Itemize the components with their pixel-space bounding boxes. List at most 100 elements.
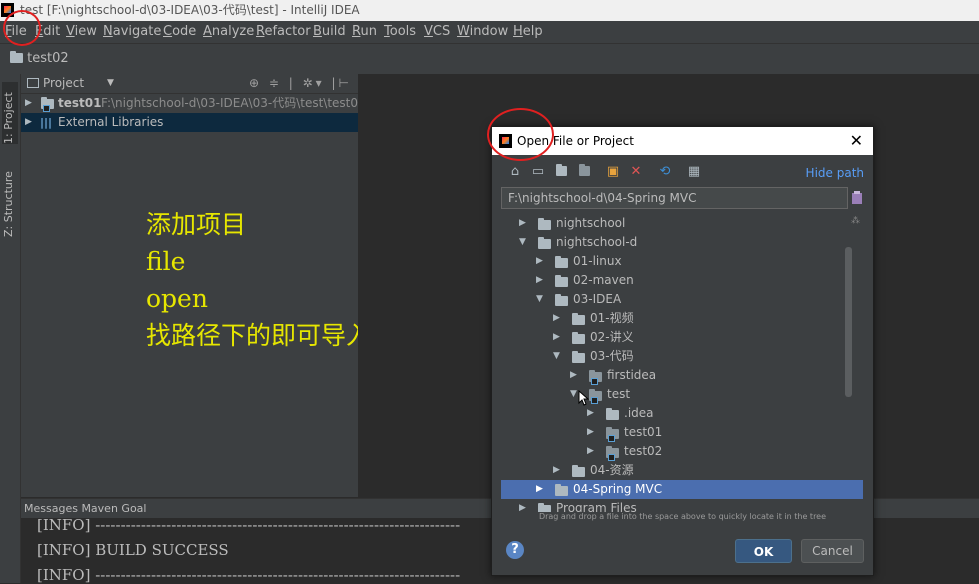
tree-row-03-idea[interactable]: ▼ 03-IDEA	[501, 290, 863, 309]
tree-row-test01[interactable]: ▶ test01 F:\nightschool-d\03-IDEA\03-代码\…	[21, 94, 366, 113]
tree-row-external-libraries[interactable]: ▶ ||| External Libraries	[21, 113, 358, 132]
expand-arrow-icon[interactable]: ▶	[587, 404, 594, 423]
desktop-icon[interactable]: ▭	[531, 165, 545, 179]
tree-row-label: test	[607, 387, 631, 401]
menu-build[interactable]: Build	[313, 21, 346, 43]
folder-icon	[606, 408, 619, 420]
project-view-icon	[27, 78, 39, 88]
module-folder-icon	[606, 446, 619, 461]
breadcrumb-label: test02	[27, 51, 69, 66]
tree-row-label: firstidea	[607, 368, 657, 382]
tree-row-nightschool-d[interactable]: ▼ nightschool-d	[501, 233, 863, 252]
tree-row-01-视频[interactable]: ▶ 01-视频	[501, 309, 863, 328]
menu-run[interactable]: Run	[352, 21, 377, 43]
tree-row-label: Program Files	[556, 501, 637, 512]
library-icon: |||	[40, 116, 53, 129]
menu-analyze[interactable]: Analyze	[203, 21, 254, 43]
tree-row--idea[interactable]: ▶ .idea	[501, 404, 863, 423]
menu-navigate[interactable]: Navigate	[103, 21, 161, 43]
annotation-line-2: file	[146, 247, 186, 276]
tree-scrollbar[interactable]	[845, 247, 852, 397]
collapse-arrow-icon[interactable]: ▼	[536, 290, 543, 309]
tree-row-02-maven[interactable]: ▶ 02-maven	[501, 271, 863, 290]
collapse-arrow-icon[interactable]: ▼	[570, 385, 577, 404]
delete-icon[interactable]: ✕	[629, 165, 643, 179]
expand-arrow-icon[interactable]: ▶	[570, 366, 577, 385]
tab-project[interactable]: 1: Project	[2, 82, 18, 144]
new-folder-icon[interactable]: ▣	[606, 165, 620, 179]
refresh-icon[interactable]: ⟲	[658, 165, 672, 179]
expand-arrow-icon[interactable]: ▶	[587, 423, 594, 442]
cancel-button[interactable]: Cancel	[801, 539, 864, 563]
folder-icon	[538, 503, 551, 512]
tree-row-label: test01	[624, 425, 663, 439]
tree-row-nightschool[interactable]: ▶ nightschool	[501, 214, 863, 233]
tree-row-01-linux[interactable]: ▶ 01-linux	[501, 252, 863, 271]
tree-row-04-资源[interactable]: ▶ 04-资源	[501, 461, 863, 480]
tree-row-test01[interactable]: ▶ test01	[501, 423, 863, 442]
expand-arrow-icon[interactable]: ▶	[519, 499, 526, 512]
expand-arrow-icon[interactable]: ▶	[587, 442, 594, 461]
tree-row-label: test02	[624, 444, 663, 458]
breadcrumb[interactable]: test02	[10, 51, 69, 66]
project-panel-title[interactable]: Project	[43, 74, 84, 93]
expand-arrow-icon[interactable]: ▶	[536, 480, 543, 499]
annotation-line-3: open	[146, 284, 208, 313]
menu-help[interactable]: Help	[513, 21, 543, 43]
project-folder-icon[interactable]	[554, 164, 568, 179]
expand-arrow-icon[interactable]: ▶	[25, 94, 32, 113]
expand-arrow-icon[interactable]: ▶	[536, 252, 543, 271]
tree-row-04-spring-mvc[interactable]: ▶ 04-Spring MVC	[501, 480, 863, 499]
tree-row-test02[interactable]: ▶ test02	[501, 442, 863, 461]
panel-toolbar-icons[interactable]: ⊕ ≑ | ✲▾ |⊢	[249, 74, 352, 93]
path-history-icon[interactable]	[851, 191, 863, 205]
path-input[interactable]: F:\nightschool-d\04-Spring MVC	[501, 187, 848, 209]
tree-row-path: F:\nightschool-d\03-IDEA\03-代码\test\test…	[101, 96, 366, 110]
folder-icon	[555, 275, 568, 287]
tree-row-firstidea[interactable]: ▶ firstidea	[501, 366, 863, 385]
drag-drop-hint: Drag and drop a file into the space abov…	[538, 512, 827, 521]
module-folder-icon[interactable]	[577, 164, 591, 179]
tree-row-label: 01-linux	[573, 254, 622, 268]
expand-arrow-icon[interactable]: ▶	[25, 113, 32, 132]
tree-row-test[interactable]: ▼ test	[501, 385, 863, 404]
close-icon[interactable]: ✕	[850, 127, 863, 155]
menu-view[interactable]: View	[66, 21, 97, 43]
console-line: [INFO] BUILD SUCCESS	[37, 541, 229, 559]
hide-path-link[interactable]: Hide path	[806, 166, 864, 180]
tree-row-label: 03-IDEA	[573, 292, 622, 306]
left-tool-stripe: 1: Project Z: Structure	[0, 74, 21, 583]
module-folder-icon	[589, 370, 602, 385]
expand-arrow-icon[interactable]: ▶	[519, 214, 526, 233]
tab-structure[interactable]: Z: Structure	[2, 162, 18, 237]
menu-tools[interactable]: Tools	[384, 21, 416, 43]
ok-button[interactable]: OK	[735, 539, 792, 563]
chevron-down-icon[interactable]: ▼	[107, 74, 114, 93]
collapse-arrow-icon[interactable]: ▼	[519, 233, 526, 252]
tree-row-02-讲义[interactable]: ▶ 02-讲义	[501, 328, 863, 347]
module-folder-icon	[606, 427, 619, 442]
tree-row-03-代码[interactable]: ▼ 03-代码	[501, 347, 863, 366]
menu-window[interactable]: Window	[457, 21, 508, 43]
folder-icon	[555, 256, 568, 268]
expand-arrow-icon[interactable]: ▶	[553, 328, 560, 347]
menu-vcs[interactable]: VCS	[424, 21, 450, 43]
expand-arrow-icon[interactable]: ▶	[553, 461, 560, 480]
help-button[interactable]: ?	[506, 541, 524, 559]
menu-refactor[interactable]: Refactor	[256, 21, 311, 43]
expand-arrow-icon[interactable]: ▶	[553, 309, 560, 328]
tree-row-label: test01	[58, 96, 102, 110]
show-hidden-icon[interactable]: ▦	[687, 165, 701, 179]
project-panel-header: Project ▼ ⊕ ≑ | ✲▾ |⊢	[21, 74, 358, 94]
tree-row-label: nightschool	[556, 216, 626, 230]
menu-code[interactable]: Code	[163, 21, 196, 43]
expand-arrow-icon[interactable]: ▶	[536, 271, 543, 290]
tree-row-program-files[interactable]: ▶ Program Files	[501, 499, 863, 512]
tree-row-label: nightschool-d	[556, 235, 638, 249]
collapse-arrow-icon[interactable]: ▼	[553, 347, 560, 366]
tree-row-label: 04-资源	[590, 463, 634, 477]
annotation-line-1: 添加项目	[146, 210, 247, 239]
file-tree: ⁂ ▶ nightschool ▼ nightschool-d ▶ 01-linux ▶ 02…	[501, 212, 863, 512]
folder-icon	[538, 218, 551, 230]
home-icon[interactable]: ⌂	[508, 165, 522, 179]
